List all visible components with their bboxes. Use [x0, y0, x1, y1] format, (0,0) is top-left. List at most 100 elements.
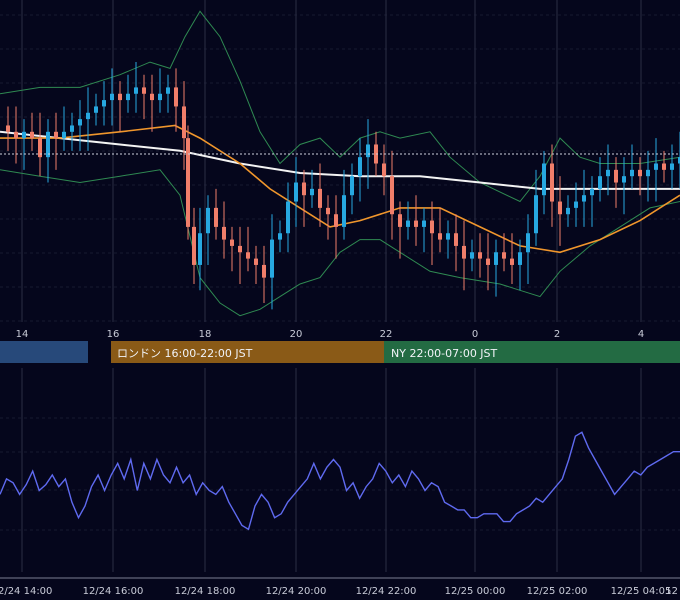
grid	[0, 0, 680, 579]
candle-body	[646, 169, 650, 177]
osc-x-tick-label: 12/24 18:00	[175, 586, 236, 597]
candle-body	[22, 131, 26, 139]
candles	[6, 62, 680, 310]
candle-body	[670, 163, 674, 170]
candle-body	[78, 119, 82, 126]
price-panel	[0, 10, 680, 317]
ma-long-line	[0, 130, 680, 190]
osc-x-tick-label: 12/25 04:05	[611, 586, 672, 597]
candle-body	[590, 188, 594, 196]
candle-body	[510, 258, 514, 265]
candle-body	[462, 245, 466, 259]
price-x-tick-label: 20	[290, 329, 303, 340]
candle-body	[366, 144, 370, 158]
candle-body	[238, 245, 242, 253]
candle-body	[294, 182, 298, 202]
candle-body	[422, 220, 426, 227]
candle-body	[398, 214, 402, 227]
price-x-axis: 14 16 18 20 22 0 2 4	[16, 329, 645, 340]
candle-body	[662, 163, 666, 170]
candle-body	[542, 163, 546, 196]
candle-body	[582, 195, 586, 202]
candle-body	[334, 214, 338, 227]
candle-body	[198, 233, 202, 265]
price-x-tick-label: 18	[199, 329, 212, 340]
price-x-tick-label: 4	[638, 329, 644, 340]
candle-body	[230, 239, 234, 246]
candle-body	[614, 169, 618, 183]
bollinger-lower-line	[0, 169, 680, 317]
candle-body	[550, 163, 554, 202]
candle-body	[606, 169, 610, 177]
candle-body	[278, 233, 282, 240]
candle-body	[110, 93, 114, 101]
candle-body	[598, 176, 602, 189]
price-x-tick-label: 2	[554, 329, 560, 340]
candle-body	[430, 220, 434, 234]
price-x-tick-label: 14	[16, 329, 29, 340]
oscillator-line	[0, 431, 680, 531]
candle-body	[70, 125, 74, 132]
osc-x-tick-label: 12/24 16:00	[83, 586, 144, 597]
candle-body	[192, 226, 196, 265]
oscillator-x-axis: 12/24 14:00 12/24 16:00 12/24 18:00 12/24 2…	[0, 586, 678, 597]
candle-body	[470, 252, 474, 259]
session-tokyo	[0, 341, 88, 363]
candle-body	[310, 188, 314, 196]
candle-body	[270, 239, 274, 278]
candle-body	[254, 258, 258, 265]
candle-body	[14, 131, 18, 139]
candle-body	[390, 176, 394, 215]
osc-x-tick-label: 12	[665, 586, 678, 597]
price-x-tick-label: 22	[380, 329, 393, 340]
candle-body	[446, 233, 450, 240]
osc-x-tick-label: 12/24 20:00	[266, 586, 327, 597]
candle-body	[318, 188, 322, 208]
candle-body	[142, 87, 146, 94]
candle-body	[174, 87, 178, 107]
candle-body	[350, 176, 354, 196]
candle-body	[502, 252, 506, 259]
candle-body	[438, 233, 442, 240]
candle-body	[654, 163, 658, 170]
candle-body	[206, 207, 210, 234]
candle-body	[94, 106, 98, 113]
candle-body	[30, 131, 34, 139]
candle-body	[46, 131, 50, 158]
osc-x-tick-label: 12/24 22:00	[356, 586, 417, 597]
oscillator-panel	[0, 431, 680, 531]
candle-body	[558, 201, 562, 215]
candle-body	[326, 207, 330, 215]
candle-body	[534, 195, 538, 234]
candle-body	[102, 100, 106, 107]
session-london-label: ロンドン 16:00-22:00 JST	[117, 347, 253, 360]
candle-body	[494, 252, 498, 265]
candle-body	[134, 87, 138, 94]
candle-body	[222, 226, 226, 240]
candle-body	[166, 87, 170, 94]
candle-body	[518, 252, 522, 265]
candle-body	[302, 182, 306, 196]
osc-x-tick-label: 12/24 14:00	[0, 586, 52, 597]
candle-body	[158, 93, 162, 101]
osc-x-tick-label: 12/25 00:00	[445, 586, 506, 597]
price-x-tick-label: 16	[107, 329, 120, 340]
candle-body	[246, 252, 250, 259]
candle-body	[622, 176, 626, 183]
candle-body	[566, 207, 570, 215]
candle-body	[526, 233, 530, 253]
candle-body	[126, 93, 130, 101]
candle-body	[86, 112, 90, 120]
candle-body	[638, 169, 642, 177]
candle-body	[262, 264, 266, 278]
candle-body	[342, 195, 346, 227]
candle-body	[382, 163, 386, 177]
candle-body	[414, 220, 418, 227]
candle-body	[630, 169, 634, 177]
candle-body	[6, 125, 10, 132]
candle-body	[182, 106, 186, 139]
candle-body	[358, 157, 362, 177]
candle-body	[62, 131, 66, 139]
candle-body	[186, 138, 190, 227]
candle-body	[406, 220, 410, 227]
